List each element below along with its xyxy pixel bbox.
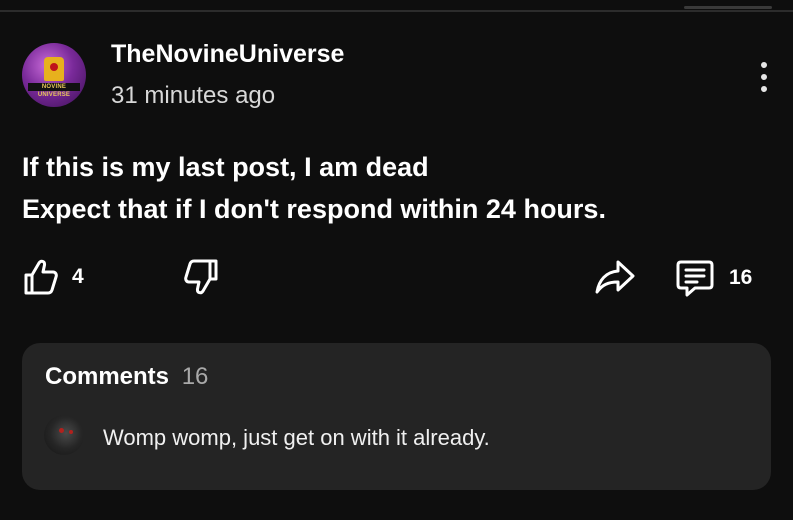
- like-button[interactable]: 4: [22, 258, 84, 296]
- post-body: If this is my last post, I am dead Expec…: [22, 146, 782, 230]
- author-name[interactable]: TheNovineUniverse: [111, 40, 344, 69]
- comment-count: 16: [729, 266, 753, 289]
- commenter-avatar[interactable]: [44, 415, 84, 455]
- share-arrow-icon: [595, 260, 635, 294]
- comments-count: 16: [181, 363, 209, 390]
- comments-header: Comments 16: [45, 363, 208, 391]
- comment-bubble-icon: [676, 260, 714, 297]
- author-avatar[interactable]: NOVINE UNIVERSE: [22, 43, 86, 107]
- comments-panel[interactable]: Comments 16 Womp womp, just get on with …: [22, 343, 771, 490]
- thumbs-down-icon: [184, 259, 218, 295]
- thumbs-up-icon: [24, 259, 58, 295]
- comment-button[interactable]: 16: [675, 258, 752, 298]
- drag-handle[interactable]: [684, 6, 772, 9]
- comments-title: Comments: [45, 363, 170, 390]
- avatar-banner-text: NOVINE UNIVERSE: [28, 83, 80, 98]
- more-vertical-icon[interactable]: [756, 60, 772, 94]
- top-divider: [0, 10, 793, 12]
- post-timestamp: 31 minutes ago: [111, 82, 276, 109]
- avatar-logo-glyph: [44, 57, 64, 81]
- share-button[interactable]: [594, 258, 636, 296]
- comment-preview-text: Womp womp, just get on with it already.: [103, 425, 490, 450]
- dislike-button[interactable]: [184, 258, 220, 296]
- post-body-line-2: Expect that if I don't respond within 24…: [22, 194, 606, 224]
- post-body-line-1: If this is my last post, I am dead: [22, 152, 429, 182]
- like-count: 4: [72, 265, 84, 288]
